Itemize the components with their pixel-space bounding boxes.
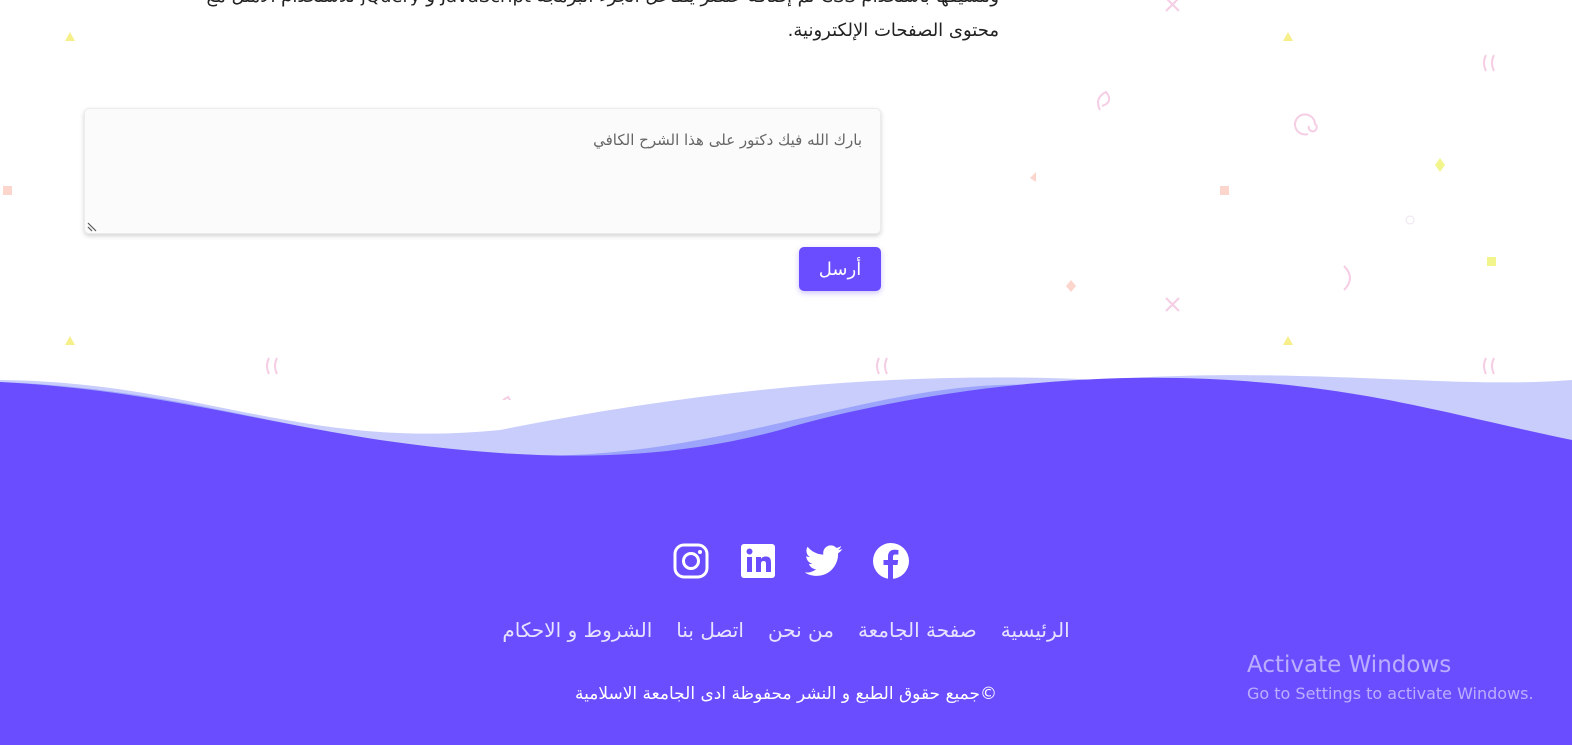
- nav-link-university[interactable]: صفحة الجامعة: [858, 618, 977, 650]
- nav-link-contact[interactable]: اتصل بنا: [676, 618, 744, 650]
- instagram-icon[interactable]: [672, 542, 710, 580]
- article-text: وتنسيقها باستخدام CSS ثم إضافة عنصر يتفا…: [119, 0, 999, 48]
- watermark-title: Activate Windows: [1247, 652, 1452, 678]
- nav-link-terms[interactable]: الشروط و الاحكام: [502, 618, 652, 650]
- nav-link-about[interactable]: من نحن: [768, 618, 834, 650]
- article-line-1: وتنسيقها باستخدام CSS ثم إضافة عنصر يتفا…: [119, 0, 999, 14]
- social-links: [672, 542, 910, 580]
- twitter-icon[interactable]: [805, 542, 843, 580]
- watermark-subtitle: Go to Settings to activate Windows.: [1247, 684, 1534, 703]
- comment-box[interactable]: بارك الله فيك دكتور على هذا الشرح الكافي: [84, 108, 881, 234]
- copyright-text: ©جميع حقوق الطبع و النشر محفوظة ادى الجا…: [575, 684, 997, 704]
- facebook-icon[interactable]: [872, 542, 910, 580]
- resize-grip-icon[interactable]: [87, 220, 99, 232]
- windows-activation-watermark: Activate Windows Go to Settings to activ…: [1247, 652, 1534, 703]
- linkedin-icon[interactable]: [739, 542, 777, 580]
- article-line-2: محتوى الصفحات الإلكترونية.: [787, 20, 999, 41]
- nav-link-home[interactable]: الرئيسية: [1001, 618, 1070, 650]
- footer-nav: الرئيسية صفحة الجامعة من نحن اتصل بنا ال…: [430, 618, 1142, 650]
- send-button[interactable]: أرسل: [799, 247, 881, 291]
- comment-textarea[interactable]: بارك الله فيك دكتور على هذا الشرح الكافي: [85, 109, 880, 233]
